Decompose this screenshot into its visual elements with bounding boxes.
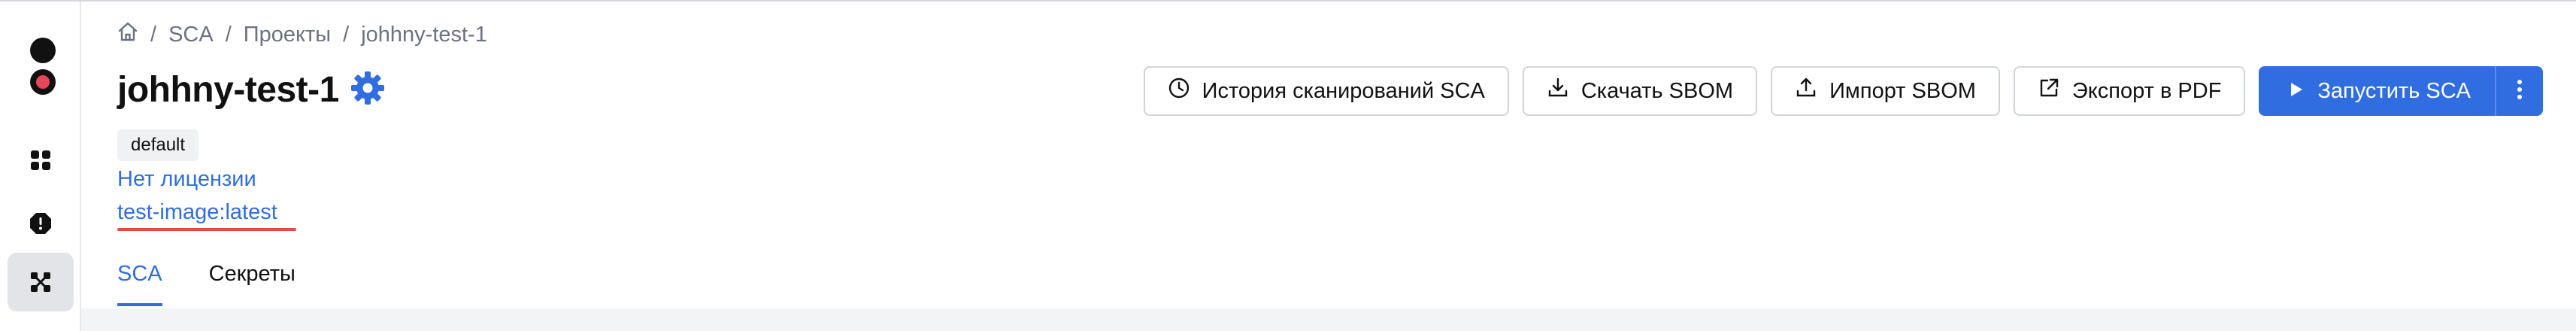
page-title: johhny-test-1 xyxy=(117,70,339,110)
content-area xyxy=(81,308,2576,331)
highlight-underline xyxy=(117,228,296,231)
download-sbom-label: Скачать SBOM xyxy=(1580,78,1734,103)
history-button[interactable]: История сканирований SCA xyxy=(1143,66,1509,116)
status-dot[interactable] xyxy=(30,69,56,95)
export-pdf-button[interactable]: Экспорт в PDF xyxy=(2013,66,2246,116)
import-sbom-label: Импорт SBOM xyxy=(1829,78,1976,103)
export-pdf-label: Экспорт в PDF xyxy=(2071,78,2222,103)
top-border xyxy=(0,0,2576,2)
breadcrumb-separator: / xyxy=(343,22,350,47)
tab-sca[interactable]: SCA xyxy=(117,262,162,306)
run-sca-group: Запустить SCA xyxy=(2259,66,2543,116)
logo-dot[interactable] xyxy=(30,38,56,63)
home-icon[interactable] xyxy=(117,21,138,48)
import-sbom-button[interactable]: Импорт SBOM xyxy=(1771,66,2000,116)
projects-icon[interactable] xyxy=(8,253,74,311)
image-link[interactable]: test-image:latest xyxy=(117,200,277,225)
upload-icon xyxy=(1795,77,1817,105)
breadcrumb-separator: / xyxy=(150,22,157,47)
title-row: johhny-test-1 xyxy=(117,69,386,111)
run-sca-button[interactable]: Запустить SCA xyxy=(2259,66,2495,116)
breadcrumb: / SCA / Проекты / johhny-test-1 xyxy=(117,21,487,48)
external-link-icon xyxy=(2038,77,2060,105)
run-sca-label: Запустить SCA xyxy=(2317,78,2471,103)
action-bar: История сканирований SCA Скачать SBOM Им… xyxy=(1143,66,2543,116)
license-link[interactable]: Нет лицензии xyxy=(117,167,256,192)
play-icon xyxy=(2289,79,2304,104)
tab-secrets[interactable]: Секреты xyxy=(209,262,295,306)
download-icon xyxy=(1547,77,1569,105)
clock-icon xyxy=(1168,77,1190,105)
breadcrumb-item-sca[interactable]: SCA xyxy=(168,23,214,47)
dashboard-icon[interactable] xyxy=(8,131,74,190)
breadcrumb-item-current: johhny-test-1 xyxy=(361,22,487,47)
more-vertical-icon xyxy=(2517,79,2523,104)
sidebar xyxy=(0,2,81,331)
breadcrumb-separator: / xyxy=(225,22,232,47)
history-button-label: История сканирований SCA xyxy=(1202,78,1485,103)
breadcrumb-item-projects[interactable]: Проекты xyxy=(244,23,331,47)
tab-bar: SCA Секреты xyxy=(117,262,295,306)
gear-icon[interactable] xyxy=(350,70,386,110)
more-options-button[interactable] xyxy=(2495,66,2543,116)
tag-badge: default xyxy=(117,129,199,161)
download-sbom-button[interactable]: Скачать SBOM xyxy=(1522,66,1758,116)
alert-icon[interactable] xyxy=(8,194,74,253)
